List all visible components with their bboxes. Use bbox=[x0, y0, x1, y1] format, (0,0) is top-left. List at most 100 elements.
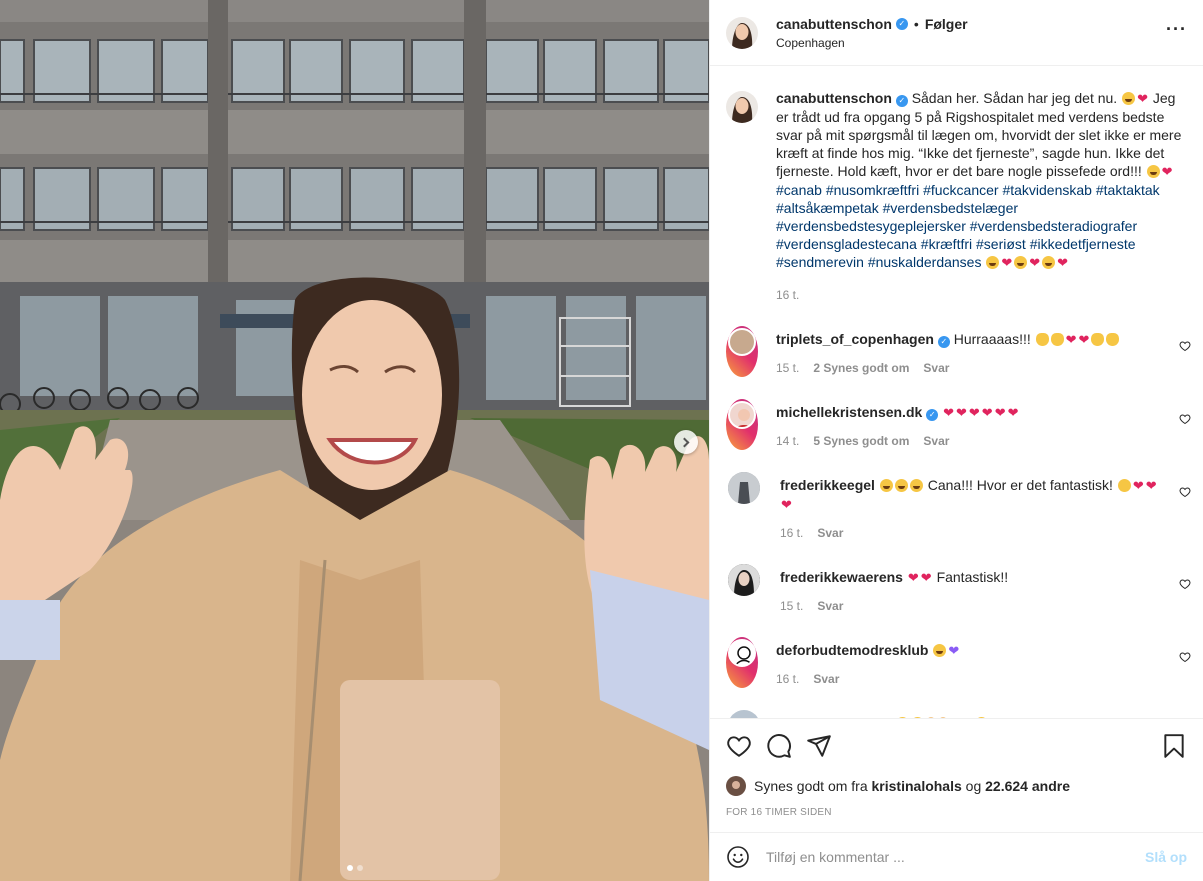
separator-dot: • bbox=[913, 15, 919, 32]
comment-input[interactable] bbox=[766, 849, 1136, 865]
comment-username[interactable]: deforbudtemodresklub bbox=[776, 642, 928, 658]
red-heart-emoji-icon: ❤ bbox=[920, 570, 932, 585]
instagram-post-view: canabuttenschon ✓ • Følger Copenhagen ··… bbox=[0, 0, 1203, 881]
hashtag-link[interactable]: #verdensbedsteradiografer bbox=[970, 218, 1137, 234]
commenter-avatar-image bbox=[737, 409, 751, 427]
hashtag-link[interactable]: #kræftfri bbox=[921, 236, 972, 252]
follow-status-button[interactable]: Følger bbox=[925, 16, 968, 32]
post-location[interactable]: Copenhagen bbox=[776, 36, 968, 50]
caption-author-avatar[interactable] bbox=[726, 91, 758, 123]
red-heart-emoji-icon: ❤ bbox=[1137, 91, 1148, 106]
hashtag-link[interactable]: #verdensgladestecana bbox=[776, 236, 917, 252]
comment-like-heart-icon[interactable] bbox=[1179, 413, 1191, 425]
hashtag-link[interactable]: #verdensbedstesygeplejersker bbox=[776, 218, 966, 234]
red-heart-emoji-icon: ❤ bbox=[1132, 478, 1144, 493]
liker-username[interactable]: kristinalohals bbox=[872, 778, 962, 794]
comment-timestamp[interactable]: 14 t. bbox=[776, 432, 799, 450]
reply-button[interactable]: Svar bbox=[817, 524, 843, 542]
red-heart-emoji-icon: ❤ bbox=[1065, 332, 1077, 347]
post-actions-section: Synes godt om fra kristinalohals og 22.6… bbox=[710, 718, 1203, 832]
comment-username[interactable]: michellekristensen.dk bbox=[776, 404, 922, 420]
hashtag-link[interactable]: #seriøst bbox=[976, 236, 1026, 252]
reply-button[interactable]: Svar bbox=[817, 597, 843, 615]
hashtag-link[interactable]: #sendmerevin bbox=[776, 254, 864, 270]
crying-face-emoji-icon bbox=[909, 479, 923, 492]
commenter-avatar bbox=[728, 328, 756, 356]
commenter-avatar[interactable] bbox=[728, 710, 760, 718]
crying-face-emoji-icon bbox=[879, 479, 893, 492]
post-header: canabuttenschon ✓ • Følger Copenhagen ··… bbox=[710, 0, 1203, 66]
red-heart-emoji-icon: ❤ bbox=[1078, 332, 1090, 347]
crying-face-emoji-icon bbox=[1146, 165, 1160, 178]
commenter-avatar bbox=[728, 401, 756, 429]
commenter-avatar-image bbox=[728, 472, 760, 504]
caption-timestamp[interactable]: 16 t. bbox=[776, 286, 1187, 304]
crying-face-emoji-icon bbox=[1014, 256, 1028, 269]
hashtag-link[interactable]: #fuckcancer bbox=[923, 182, 998, 198]
reply-button[interactable]: Svar bbox=[813, 670, 839, 688]
caption-avatar-image bbox=[726, 91, 758, 123]
comment-timestamp[interactable]: 15 t. bbox=[776, 359, 799, 377]
commenter-avatar-image bbox=[728, 564, 760, 596]
story-ring[interactable] bbox=[726, 637, 758, 688]
hashtag-link[interactable]: #verdensbedstelæger bbox=[883, 200, 1018, 216]
heart-icon[interactable] bbox=[726, 733, 752, 759]
comment-username[interactable]: frederikkewaerens bbox=[780, 569, 903, 585]
hashtag-link[interactable]: #ikkedetfjerneste bbox=[1030, 236, 1136, 252]
comment-text: Hurraaaas!!! bbox=[953, 331, 1031, 347]
author-avatar-image bbox=[726, 16, 758, 49]
comment-timestamp[interactable]: 16 t. bbox=[780, 524, 803, 542]
commenter-avatar[interactable] bbox=[728, 472, 760, 504]
likes-others-link[interactable]: 22.624 andre bbox=[985, 778, 1070, 794]
comment-timestamp[interactable]: 15 t. bbox=[780, 597, 803, 615]
post-age[interactable]: FOR 16 TIMER SIDEN bbox=[726, 807, 832, 818]
author-avatar[interactable] bbox=[726, 16, 758, 49]
comment-like-count[interactable]: 5 Synes godt om bbox=[813, 432, 909, 450]
red-heart-emoji-icon: ❤ bbox=[994, 405, 1006, 420]
red-heart-emoji-icon: ❤ bbox=[981, 405, 993, 420]
comment-timestamp[interactable]: 16 t. bbox=[776, 670, 799, 688]
reply-button[interactable]: Svar bbox=[923, 432, 949, 450]
comments-scroller[interactable]: canabuttenschon ✓ Sådan her. Sådan har j… bbox=[710, 67, 1203, 718]
emoji-icon[interactable] bbox=[726, 845, 750, 869]
post-photo[interactable] bbox=[0, 0, 709, 881]
verified-badge-icon: ✓ bbox=[926, 409, 939, 421]
post-caption: canabuttenschon ✓ Sådan her. Sådan har j… bbox=[710, 67, 1203, 304]
hashtag-link[interactable]: #nusomkræftfri bbox=[826, 182, 919, 198]
comment-text: Cana!!! Hvor er det fantastisk! bbox=[927, 477, 1113, 493]
verified-badge-icon: ✓ bbox=[937, 336, 950, 348]
comment-item: frederikkeegel Cana!!! Hvor er det fanta… bbox=[710, 472, 1203, 542]
commenter-avatar[interactable] bbox=[728, 564, 760, 596]
photo-scene bbox=[0, 0, 709, 881]
commenter-avatar-image bbox=[730, 641, 754, 665]
hashtag-link[interactable]: #takvidenskab bbox=[1002, 182, 1092, 198]
liker-avatar[interactable] bbox=[726, 776, 746, 796]
comment-username[interactable]: frederikkeegel bbox=[780, 477, 875, 493]
chevron-right-icon bbox=[679, 437, 690, 447]
story-ring[interactable] bbox=[726, 399, 758, 450]
reply-button[interactable]: Svar bbox=[923, 359, 949, 377]
comment-like-heart-icon[interactable] bbox=[1179, 651, 1191, 663]
likes-prefix: Synes godt om fra bbox=[754, 778, 868, 794]
hashtag-link[interactable]: #taktaktak bbox=[1096, 182, 1160, 198]
comment-icon[interactable] bbox=[766, 733, 792, 759]
comment-like-count[interactable]: 2 Synes godt om bbox=[813, 359, 909, 377]
comment-username[interactable]: triplets_of_copenhagen bbox=[776, 331, 934, 347]
author-username[interactable]: canabuttenschon bbox=[776, 16, 892, 32]
hashtag-link[interactable]: #canab bbox=[776, 182, 822, 198]
comment-like-heart-icon[interactable] bbox=[1179, 486, 1191, 498]
comment-like-heart-icon[interactable] bbox=[1179, 578, 1191, 590]
carousel-dots bbox=[0, 865, 709, 871]
caption-username[interactable]: canabuttenschon bbox=[776, 90, 892, 106]
hashtag-link[interactable]: #nuskalderdanses bbox=[868, 254, 982, 270]
paper-plane-icon[interactable] bbox=[806, 733, 832, 759]
carousel-next-button[interactable] bbox=[674, 430, 698, 454]
red-heart-emoji-icon: ❤ bbox=[1007, 405, 1019, 420]
hashtag-link[interactable]: #altsåkæmpetak bbox=[776, 200, 879, 216]
bookmark-icon[interactable] bbox=[1161, 733, 1187, 759]
comment-like-heart-icon[interactable] bbox=[1179, 340, 1191, 352]
add-comment-bar: Slå op bbox=[710, 832, 1203, 881]
story-ring[interactable] bbox=[726, 326, 758, 377]
more-options-icon[interactable]: ··· bbox=[1166, 20, 1187, 38]
post-comment-button[interactable]: Slå op bbox=[1145, 849, 1187, 865]
